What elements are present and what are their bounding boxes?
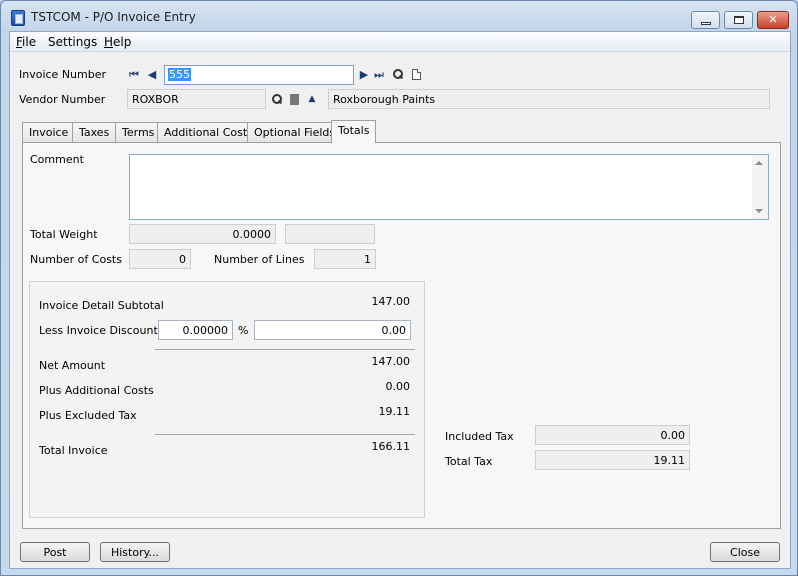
post-button[interactable]: Post xyxy=(20,542,90,562)
history-button[interactable]: History... xyxy=(100,542,170,562)
net-amount-value: 147.00 xyxy=(371,355,411,368)
vendor-new-icon[interactable] xyxy=(290,94,299,105)
included-tax-label: Included Tax xyxy=(445,430,514,443)
totals-panel: Comment Total Weight 0.0000 Number of Co… xyxy=(22,142,781,529)
comment-textarea[interactable] xyxy=(129,154,769,220)
next-record-icon[interactable]: ▶ xyxy=(358,69,370,81)
zoom-icon[interactable]: ▲ xyxy=(306,93,318,105)
menu-help-mnemonic: H xyxy=(104,35,114,49)
tab-terms[interactable]: Terms xyxy=(115,122,162,142)
total-invoice-value: 166.11 xyxy=(371,440,411,453)
client-area: File Settings Help Invoice Number ⏮ ◀ 55… xyxy=(9,31,791,569)
maximize-icon xyxy=(734,16,744,24)
vendor-number-label: Vendor Number xyxy=(19,93,106,106)
totals-group: Invoice Detail Subtotal 147.00 Less Invo… xyxy=(29,281,425,518)
scroll-down-icon[interactable] xyxy=(755,209,763,213)
number-of-lines-field: 1 xyxy=(314,249,376,269)
included-tax-field: 0.00 xyxy=(535,425,690,445)
net-amount-label: Net Amount xyxy=(39,359,106,372)
number-of-costs-label: Number of Costs xyxy=(30,253,122,266)
tab-additional-costs[interactable]: Additional Costs xyxy=(157,122,260,142)
comment-label: Comment xyxy=(30,153,84,166)
discount-amount-input[interactable]: 0.00 xyxy=(254,320,411,340)
close-button[interactable]: Close xyxy=(710,542,780,562)
percent-symbol: % xyxy=(238,324,249,337)
search-icon[interactable] xyxy=(392,69,404,81)
less-invoice-discount-label: Less Invoice Discount xyxy=(39,324,158,337)
total-tax-field: 19.11 xyxy=(535,450,690,470)
menu-settings[interactable]: Settings xyxy=(48,35,97,49)
maximize-button[interactable] xyxy=(724,11,753,29)
close-window-button[interactable]: ✕ xyxy=(757,11,789,29)
scroll-up-icon[interactable] xyxy=(755,161,763,165)
menu-settings-label: Settings xyxy=(48,35,98,49)
divider xyxy=(155,434,415,435)
invoice-detail-subtotal-value: 147.00 xyxy=(371,295,411,308)
minimize-button[interactable] xyxy=(691,11,720,29)
number-of-lines-label: Number of Lines xyxy=(214,253,305,266)
new-document-icon[interactable] xyxy=(412,69,421,80)
plus-additional-costs-value: 0.00 xyxy=(385,380,411,393)
number-of-costs-field: 0 xyxy=(129,249,191,269)
vendor-finder-icon[interactable] xyxy=(271,94,283,106)
invoice-number-input[interactable]: 555 xyxy=(164,65,354,85)
tab-optional-fields[interactable]: Optional Fields xyxy=(247,122,343,142)
invoice-number-value: 555 xyxy=(168,68,191,81)
total-tax-label: Total Tax xyxy=(445,455,493,468)
invoice-detail-subtotal-label: Invoice Detail Subtotal xyxy=(39,299,164,312)
application-window: TSTCOM - P/O Invoice Entry ✕ File Settin… xyxy=(0,0,798,576)
app-icon xyxy=(11,10,25,26)
plus-additional-costs-label: Plus Additional Costs xyxy=(39,384,154,397)
vendor-name-field: Roxborough Paints xyxy=(328,89,770,109)
tab-totals[interactable]: Totals xyxy=(331,120,377,143)
previous-record-icon[interactable]: ◀ xyxy=(146,69,158,81)
discount-percent-input[interactable]: 0.00000 xyxy=(158,320,233,340)
tab-invoice[interactable]: Invoice xyxy=(22,122,76,142)
divider xyxy=(155,349,415,350)
total-invoice-label: Total Invoice xyxy=(39,444,108,457)
vendor-number-field[interactable]: ROXBOR xyxy=(127,89,266,109)
weight-unit-field xyxy=(285,224,375,244)
invoice-number-label: Invoice Number xyxy=(19,68,107,81)
menu-help[interactable]: Help xyxy=(104,35,131,49)
title-bar[interactable]: TSTCOM - P/O Invoice Entry ✕ xyxy=(1,1,797,31)
first-record-icon[interactable]: ⏮ xyxy=(128,69,140,81)
window-title: TSTCOM - P/O Invoice Entry xyxy=(31,10,196,24)
plus-excluded-tax-value: 19.11 xyxy=(378,405,411,418)
menu-file[interactable]: File xyxy=(16,35,36,49)
menu-help-label: elp xyxy=(113,35,132,49)
menu-bar: File Settings Help xyxy=(10,32,790,52)
close-icon: ✕ xyxy=(768,13,778,26)
total-weight-label: Total Weight xyxy=(30,228,98,241)
last-record-icon[interactable]: ⏭ xyxy=(373,69,385,81)
plus-excluded-tax-label: Plus Excluded Tax xyxy=(39,409,137,422)
menu-file-label: ile xyxy=(22,35,37,49)
comment-scrollbar[interactable] xyxy=(752,155,768,219)
minimize-icon xyxy=(701,22,711,25)
total-weight-field: 0.0000 xyxy=(129,224,276,244)
tab-taxes[interactable]: Taxes xyxy=(72,122,117,142)
